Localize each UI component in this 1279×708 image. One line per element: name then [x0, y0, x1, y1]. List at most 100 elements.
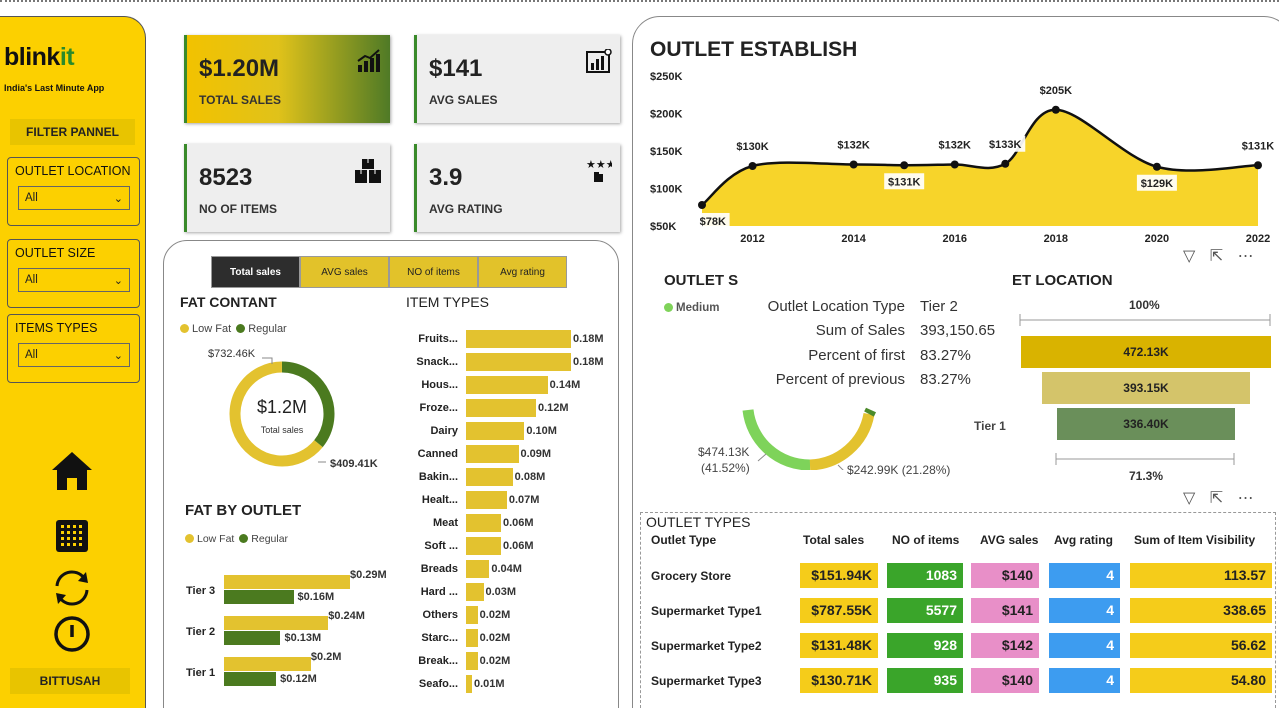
item-type-label: Hous... — [421, 379, 458, 391]
table-cell: $151.94K — [800, 563, 878, 588]
item-type-bar[interactable] — [466, 422, 525, 440]
tab-total-sales[interactable]: Total sales — [211, 256, 300, 288]
svg-text:★★★: ★★★ — [586, 158, 612, 171]
item-type-bar[interactable] — [466, 537, 501, 555]
filter-icon[interactable]: ▽ — [1183, 490, 1195, 507]
column-header[interactable]: Total sales — [803, 533, 864, 547]
item-type-bar[interactable] — [466, 606, 478, 624]
refresh-icon[interactable] — [51, 569, 93, 607]
outlet-establish-chart[interactable]: $250K $200K $150K $100K $50K 2012 2014 2016 2018… — [640, 64, 1278, 246]
item-type-bar[interactable] — [466, 491, 507, 509]
item-type-label: Meat — [432, 517, 458, 529]
power-icon[interactable] — [52, 614, 92, 654]
item-type-bar[interactable] — [466, 445, 519, 463]
kpi-caption: AVG RATING — [429, 202, 503, 216]
data-label: $132K — [837, 140, 869, 152]
low-fat-value-label: $0.29M — [350, 569, 387, 581]
outlet-size-donut[interactable] — [740, 405, 880, 470]
bar-chart-icon — [586, 49, 612, 73]
funnel-bar[interactable]: 336.40K — [1056, 408, 1236, 440]
tab-avg-sales[interactable]: AVG sales — [300, 256, 389, 288]
item-type-bar[interactable] — [466, 583, 484, 601]
x-tick-label: 2014 — [841, 233, 866, 245]
item-type-value-label: 0.14M — [549, 379, 581, 391]
item-type-value-label: 0.06M — [503, 517, 534, 529]
item-type-value-label: 0.04M — [491, 563, 522, 575]
data-point[interactable] — [849, 160, 858, 169]
data-point[interactable] — [1152, 162, 1161, 171]
outlet-size-legend: Medium — [664, 302, 719, 314]
y-tick-label: $100K — [650, 184, 682, 196]
funnel-bottom-bracket — [1055, 453, 1235, 465]
item-type-label: Snack... — [416, 356, 458, 368]
table-cell: $131.48K — [800, 633, 878, 658]
legend-dot — [236, 324, 246, 333]
top-border — [0, 0, 1279, 2]
item-type-bar[interactable] — [466, 675, 472, 693]
tab-no-of-items[interactable]: NO of items — [389, 256, 478, 288]
items-types-dropdown[interactable]: All ⌄ — [18, 343, 130, 367]
dropdown-value: All — [25, 274, 38, 286]
item-type-bar[interactable] — [466, 514, 501, 532]
table-cell: $142 — [971, 633, 1039, 658]
column-header[interactable]: Avg rating — [1054, 533, 1113, 547]
item-type-bar[interactable] — [466, 399, 536, 417]
item-type-bar[interactable] — [466, 330, 571, 348]
item-type-label: Bakin... — [418, 471, 458, 483]
item-type-value-label: 0.10M — [526, 425, 557, 437]
calculator-icon[interactable] — [55, 519, 89, 553]
item-type-value-label: 0.09M — [520, 448, 552, 460]
data-point[interactable] — [698, 201, 706, 209]
data-point[interactable] — [1254, 161, 1262, 170]
item-type-bar[interactable] — [466, 468, 513, 486]
tooltip-value: Tier 2 — [920, 298, 958, 315]
item-type-value-label: 0.18M — [573, 356, 604, 368]
item-type-bar[interactable] — [466, 560, 490, 578]
column-header[interactable]: NO of items — [892, 533, 959, 547]
filter-icon[interactable]: ▽ — [1183, 248, 1195, 265]
regular-bar[interactable] — [224, 631, 281, 645]
table-cell: 935 — [887, 668, 963, 693]
data-point[interactable] — [950, 160, 959, 169]
low-fat-bar[interactable] — [224, 575, 350, 589]
data-point[interactable] — [748, 162, 757, 170]
funnel-bar[interactable]: 393.15K — [1041, 372, 1251, 404]
low-fat-bar[interactable] — [224, 616, 329, 630]
item-type-bar[interactable] — [466, 629, 478, 647]
column-header[interactable]: Outlet Type — [651, 533, 716, 547]
item-type-bar[interactable] — [466, 376, 548, 394]
low-fat-bar[interactable] — [224, 657, 311, 671]
item-type-bar[interactable] — [466, 353, 571, 371]
more-options-icon[interactable]: ⋯ — [1238, 248, 1254, 265]
outlet-location-title: ET LOCATION — [1012, 272, 1113, 289]
data-point[interactable] — [1051, 105, 1060, 114]
tab-avg-rating[interactable]: Avg rating — [478, 256, 567, 288]
dropdown-value: All — [25, 192, 38, 204]
outlet-location-dropdown[interactable]: All ⌄ — [18, 186, 130, 210]
focus-mode-icon[interactable]: ⇱ — [1210, 490, 1223, 507]
data-point[interactable] — [900, 161, 909, 170]
visual-header-icons: ▽ ⇱ ⋯ — [1183, 488, 1254, 508]
focus-mode-icon[interactable]: ⇱ — [1210, 248, 1223, 265]
data-point[interactable] — [1001, 159, 1010, 168]
tier-label: Tier 2 — [186, 626, 216, 638]
funnel-bar[interactable]: 472.13K — [1021, 336, 1271, 368]
column-header[interactable]: Sum of Item Visibility — [1134, 533, 1255, 547]
table-cell: 4 — [1049, 668, 1120, 693]
funnel-top-bracket — [1019, 314, 1271, 326]
x-tick-label: 2018 — [1044, 233, 1068, 245]
x-tick-label: 2012 — [740, 233, 764, 245]
data-label: $131K — [1242, 140, 1274, 152]
home-icon[interactable] — [50, 449, 94, 493]
regular-bar[interactable] — [224, 672, 277, 686]
legend-low-fat: Low Fat — [192, 323, 232, 335]
tooltip-key: Percent of first — [808, 347, 905, 364]
more-options-icon[interactable]: ⋯ — [1238, 490, 1254, 507]
column-header[interactable]: AVG sales — [980, 533, 1038, 547]
tooltip-value: 83.27% — [920, 347, 971, 364]
regular-bar[interactable] — [224, 590, 294, 604]
outlet-size-dropdown[interactable]: All ⌄ — [18, 268, 130, 292]
chevron-down-icon: ⌄ — [113, 193, 123, 205]
outlet-location-funnel[interactable]: 472.13K 393.15K 336.40K — [1018, 336, 1274, 446]
item-type-bar[interactable] — [466, 652, 478, 670]
